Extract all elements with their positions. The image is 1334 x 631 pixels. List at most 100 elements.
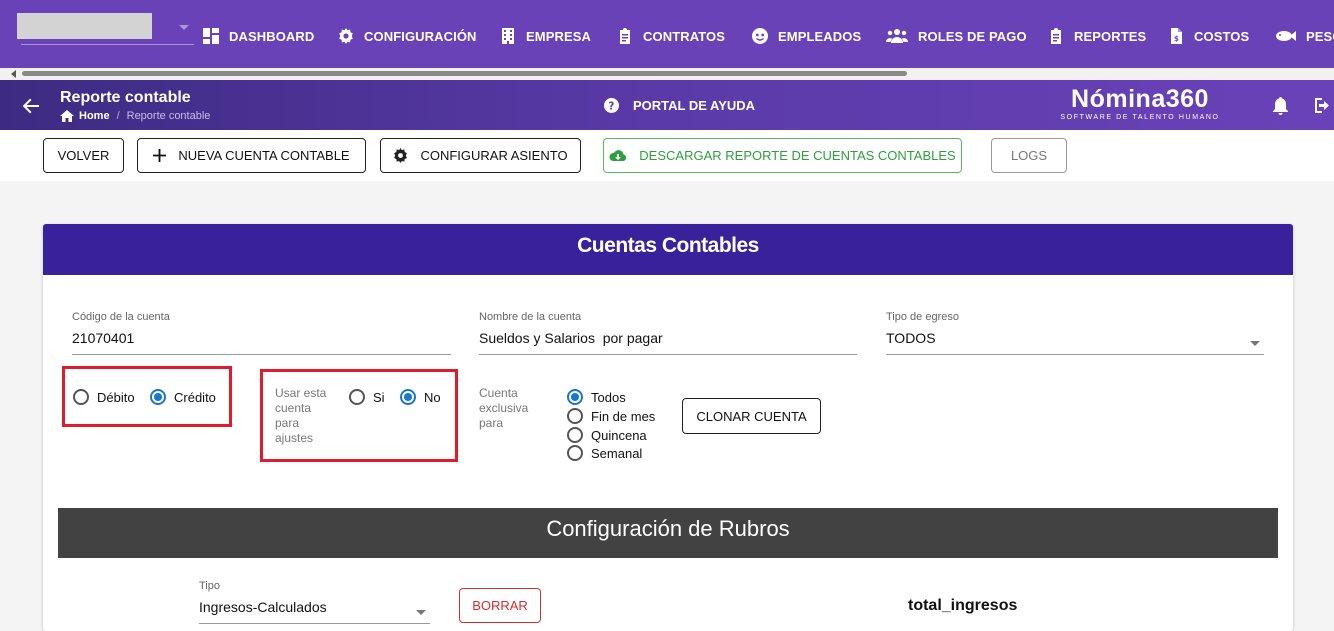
exclusiva-quincena-radio[interactable]: Quincena bbox=[567, 427, 647, 443]
radio-circle-selected bbox=[150, 389, 166, 405]
nombre-cuenta-field[interactable]: Nombre de la cuenta Sueldos y Salarios p… bbox=[479, 311, 857, 355]
people-face-icon bbox=[752, 28, 768, 44]
radio-circle bbox=[567, 408, 583, 424]
card-title: Cuentas Contables bbox=[43, 224, 1293, 275]
radio-circle bbox=[567, 445, 583, 461]
ajustes-label-line: Usar esta bbox=[275, 386, 327, 400]
debito-radio[interactable]: Débito bbox=[73, 389, 135, 405]
gear-icon bbox=[339, 28, 353, 44]
ajustes-no-radio[interactable]: No bbox=[400, 389, 441, 405]
plus-icon bbox=[153, 149, 167, 162]
volver-button[interactable]: VOLVER bbox=[43, 138, 124, 173]
nav-item-label: DASHBOARD bbox=[229, 28, 315, 44]
nav-item-contratos[interactable]: CONTRATOS bbox=[617, 26, 725, 46]
nav-item-label: EMPLEADOS bbox=[778, 28, 862, 44]
ajustes-label: Usar esta cuenta para ajustes bbox=[275, 386, 326, 446]
borrar-button[interactable]: BORRAR bbox=[459, 588, 541, 623]
tipo-egreso-select[interactable]: Tipo de egreso TODOS bbox=[886, 311, 1264, 355]
logout-icon[interactable] bbox=[1313, 97, 1330, 114]
clipboard-icon bbox=[620, 28, 630, 44]
nombre-cuenta-label: Nombre de la cuenta bbox=[479, 311, 582, 323]
nueva-cuenta-button[interactable]: NUEVA CUENTA CONTABLE bbox=[137, 138, 366, 173]
breadcrumb-home[interactable]: Home bbox=[79, 110, 110, 122]
breadcrumb-separator: / bbox=[116, 110, 120, 122]
home-icon[interactable] bbox=[60, 110, 74, 122]
brand-logo: Nómina360 SOFTWARE DE TALENTO HUMANO bbox=[1058, 85, 1222, 122]
nav-item-dashboard[interactable]: DASHBOARD bbox=[203, 26, 314, 46]
building-icon bbox=[502, 28, 514, 44]
codigo-cuenta-field[interactable]: Código de la cuenta 21070401 bbox=[72, 311, 451, 355]
configurar-asiento-button[interactable]: CONFIGURAR ASIENTO bbox=[380, 138, 581, 173]
ajustes-no-label: No bbox=[424, 389, 441, 405]
nav-item-label: CONTRATOS bbox=[643, 28, 726, 44]
clipboard-icon bbox=[1051, 28, 1061, 44]
clonar-cuenta-button[interactable]: CLONAR CUENTA bbox=[682, 398, 821, 434]
field-underline bbox=[479, 354, 857, 355]
brand-logo-tagline: SOFTWARE DE TALENTO HUMANO bbox=[1060, 114, 1220, 121]
breadcrumb-current: Reporte contable bbox=[126, 110, 211, 122]
codigo-cuenta-value: 21070401 bbox=[72, 330, 135, 346]
exclusiva-option-label: Semanal bbox=[591, 445, 643, 461]
chevron-down-icon bbox=[1250, 341, 1260, 346]
nav-item-configuracion[interactable]: CONFIGURACIÓN bbox=[338, 26, 477, 46]
nav-item-costos[interactable]: $ COSTOS bbox=[1168, 26, 1249, 46]
nav-item-roles-de-pago[interactable]: ROLES DE PAGO bbox=[886, 26, 1027, 46]
page-title: Reporte contable bbox=[60, 89, 191, 106]
radio-circle bbox=[567, 427, 583, 443]
descargar-reporte-label: DESCARGAR REPORTE DE CUENTAS CONTABLES bbox=[639, 148, 956, 163]
ajustes-si-label: Si bbox=[373, 389, 385, 405]
tipo-egreso-value: TODOS bbox=[886, 330, 936, 346]
scrollbar-thumb[interactable] bbox=[22, 71, 907, 76]
back-arrow-icon[interactable] bbox=[22, 97, 40, 115]
field-underline bbox=[72, 354, 451, 355]
exclusiva-fin-de-mes-radio[interactable]: Fin de mes bbox=[567, 408, 655, 424]
tipo-rubro-label: Tipo bbox=[199, 580, 220, 592]
exclusiva-option-label: Quincena bbox=[591, 427, 647, 443]
svg-text:$: $ bbox=[1174, 35, 1179, 43]
question-circle-icon: ? bbox=[604, 98, 619, 113]
chevron-down-icon bbox=[416, 610, 426, 615]
nav-item-reportes[interactable]: REPORTES bbox=[1048, 26, 1146, 46]
credito-label: Crédito bbox=[174, 389, 216, 405]
nombre-cuenta-value: Sueldos y Salarios por pagar bbox=[479, 330, 663, 346]
scroll-left-arrow-icon[interactable] bbox=[11, 70, 16, 78]
logs-button[interactable]: LOGS bbox=[991, 138, 1067, 173]
radio-circle bbox=[349, 389, 365, 405]
tipo-egreso-label: Tipo de egreso bbox=[886, 311, 959, 323]
exclusiva-option-label: Fin de mes bbox=[591, 408, 656, 424]
cloud-download-icon bbox=[609, 149, 627, 161]
tipo-rubro-select[interactable]: Tipo Ingresos-Calculados bbox=[199, 580, 430, 624]
credito-radio[interactable]: Crédito bbox=[150, 389, 216, 405]
nav-item-pesca[interactable]: PESC bbox=[1274, 26, 1334, 46]
users-icon bbox=[886, 29, 908, 43]
nav-item-empresa[interactable]: EMPRESA bbox=[500, 26, 591, 46]
company-select[interactable] bbox=[17, 13, 194, 46]
company-select-value bbox=[17, 13, 152, 39]
dashboard-icon bbox=[203, 28, 219, 44]
nueva-cuenta-label: NUEVA CUENTA CONTABLE bbox=[178, 148, 350, 163]
exclusiva-option-label: Todos bbox=[591, 389, 626, 405]
nav-item-empleados[interactable]: EMPLEADOS bbox=[752, 26, 861, 46]
descargar-reporte-button[interactable]: DESCARGAR REPORTE DE CUENTAS CONTABLES bbox=[603, 138, 962, 173]
nav-item-label: COSTOS bbox=[1194, 28, 1250, 44]
field-underline bbox=[886, 354, 1264, 355]
nav-item-label: REPORTES bbox=[1074, 28, 1147, 44]
invoice-icon: $ bbox=[1171, 28, 1182, 44]
configuracion-rubros-section: Configuración de Rubros Tipo Ingresos-Ca… bbox=[58, 508, 1278, 631]
bell-icon[interactable] bbox=[1272, 97, 1289, 115]
ajustes-si-radio[interactable]: Si bbox=[349, 389, 385, 405]
nav-item-label: PESC bbox=[1306, 28, 1334, 44]
exclusiva-label-line: Cuenta bbox=[479, 386, 518, 400]
exclusiva-label-line: exclusiva bbox=[479, 401, 529, 415]
exclusiva-todos-radio[interactable]: Todos bbox=[567, 389, 626, 405]
page-header: Reporte contable Home / Reporte contable… bbox=[0, 80, 1334, 130]
help-portal-link[interactable]: ? PORTAL DE AYUDA bbox=[604, 98, 755, 113]
tipo-rubro-value: Ingresos-Calculados bbox=[199, 599, 327, 615]
field-underline bbox=[199, 623, 430, 624]
company-select-underline bbox=[21, 44, 194, 45]
exclusiva-semanal-radio[interactable]: Semanal bbox=[567, 445, 642, 461]
svg-text:?: ? bbox=[608, 101, 614, 113]
horizontal-scrollbar[interactable] bbox=[0, 68, 1334, 80]
chevron-down-icon bbox=[179, 25, 189, 30]
nav-item-label: EMPRESA bbox=[526, 28, 591, 44]
